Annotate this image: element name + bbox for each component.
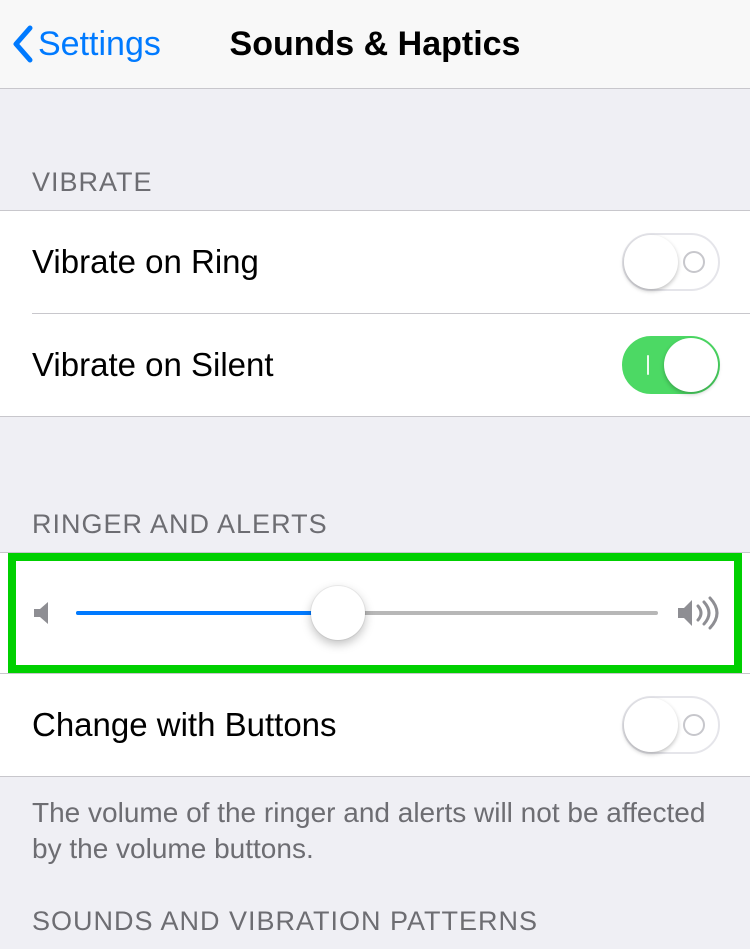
slider-thumb[interactable]: [311, 586, 365, 640]
vibrate-on-silent-toggle[interactable]: [622, 336, 720, 394]
speaker-low-icon: [30, 599, 58, 627]
vibrate-on-ring-row: Vibrate on Ring: [0, 211, 750, 313]
toggle-knob: [624, 698, 678, 752]
toggle-knob: [624, 235, 678, 289]
navigation-bar: Settings Sounds & Haptics: [0, 0, 750, 89]
vibrate-on-silent-row: Vibrate on Silent: [32, 313, 750, 416]
vibrate-on-ring-label: Vibrate on Ring: [32, 243, 259, 281]
change-with-buttons-label: Change with Buttons: [32, 706, 337, 744]
back-button[interactable]: Settings: [10, 24, 161, 64]
vibrate-on-silent-label: Vibrate on Silent: [32, 346, 274, 384]
change-with-buttons-group: Change with Buttons: [0, 673, 750, 777]
section-header-ringer: RINGER AND ALERTS: [0, 417, 750, 552]
toggle-knob: [664, 338, 718, 392]
speaker-high-icon: [676, 596, 720, 630]
slider-track: [76, 611, 658, 615]
change-with-buttons-row: Change with Buttons: [0, 673, 750, 776]
back-label: Settings: [38, 25, 161, 64]
chevron-left-icon: [10, 24, 34, 64]
ringer-footer-text: The volume of the ringer and alerts will…: [0, 777, 750, 868]
change-with-buttons-toggle[interactable]: [622, 696, 720, 754]
volume-slider[interactable]: [76, 583, 658, 643]
section-header-patterns: SOUNDS AND VIBRATION PATTERNS: [0, 868, 750, 949]
vibrate-on-ring-toggle[interactable]: [622, 233, 720, 291]
slider-fill: [76, 611, 338, 615]
vibrate-group: Vibrate on Ring Vibrate on Silent: [0, 210, 750, 417]
ringer-slider-group: [0, 552, 750, 673]
section-header-vibrate: VIBRATE: [0, 89, 750, 210]
ringer-volume-row: [8, 553, 742, 673]
